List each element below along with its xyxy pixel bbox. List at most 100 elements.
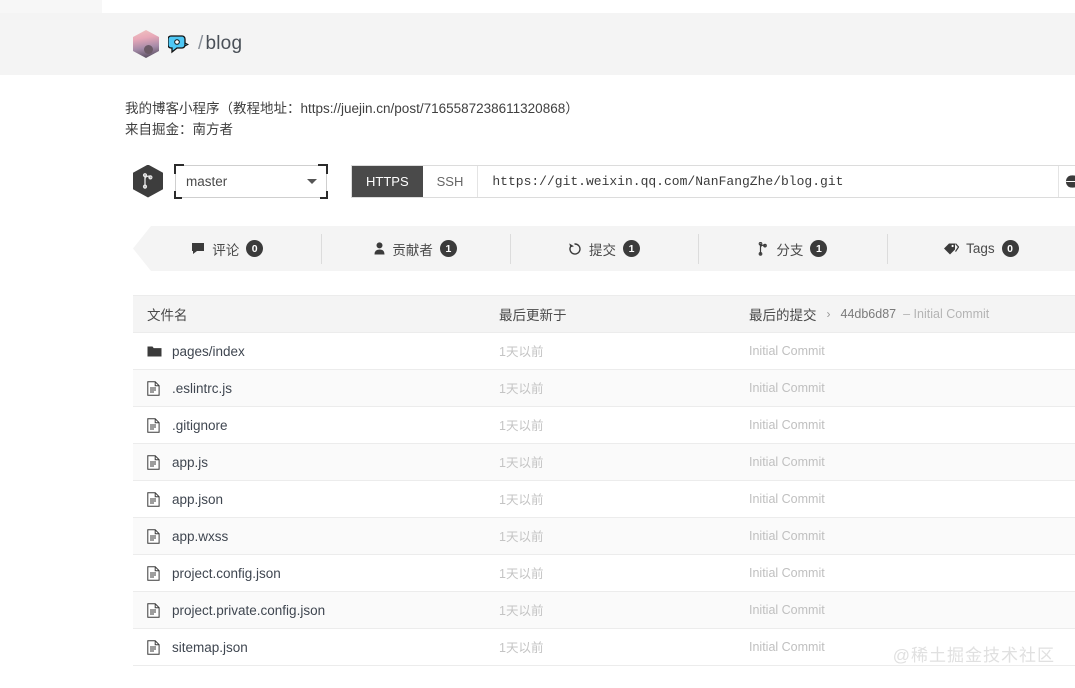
- updated-time: 1天以前: [499, 641, 544, 655]
- path-slash: /: [198, 33, 204, 54]
- table-header-row: 文件名 最后更新于 最后的提交 › 44db6d87 – Initial Com…: [133, 296, 1075, 333]
- cell-filename[interactable]: app.json: [133, 492, 499, 507]
- file-icon: [147, 380, 162, 396]
- updated-time: 1天以前: [499, 567, 544, 581]
- repo-description: 我的博客小程序（教程地址：https://juejin.cn/post/7165…: [125, 98, 579, 140]
- file-name[interactable]: .gitignore: [172, 418, 228, 433]
- comment-icon: [191, 242, 205, 255]
- stat-comments[interactable]: 评论 0: [133, 236, 321, 262]
- https-tab[interactable]: HTTPS: [352, 165, 423, 197]
- user-avatar[interactable]: [133, 30, 159, 58]
- branch-select[interactable]: master: [175, 164, 327, 198]
- cell-updated: 1天以前: [499, 452, 749, 472]
- globe-icon[interactable]: [1065, 173, 1075, 189]
- updated-time: 1天以前: [499, 456, 544, 470]
- cell-filename[interactable]: project.private.config.json: [133, 603, 499, 618]
- cell-commit: Initial Commit: [749, 344, 1075, 358]
- stat-contributors-label: 贡献者: [392, 242, 433, 258]
- stat-commits[interactable]: 提交 1: [509, 233, 698, 264]
- clone-url-text[interactable]: https://git.weixin.qq.com/NanFangZhe/blo…: [478, 166, 1058, 197]
- file-icon: [147, 602, 162, 618]
- ssh-tab[interactable]: SSH: [422, 165, 479, 197]
- cell-filename[interactable]: app.wxss: [133, 529, 499, 544]
- stat-branches-label: 分支: [776, 242, 804, 258]
- branch-icon: [133, 164, 163, 198]
- file-icon: [147, 565, 162, 581]
- repo-header: / blog: [0, 13, 1075, 75]
- table-row[interactable]: app.wxss 1天以前 Initial Commit: [133, 518, 1075, 555]
- commit-history-icon: [568, 242, 582, 256]
- updated-time: 1天以前: [499, 604, 544, 618]
- latest-commit-hash[interactable]: 44db6d87: [841, 307, 897, 321]
- stat-tags-count: 0: [1001, 240, 1019, 257]
- stat-tags[interactable]: Tags 0: [886, 233, 1075, 264]
- stat-branches[interactable]: 分支 1: [698, 233, 886, 264]
- stat-comments-label: 评论: [212, 242, 240, 258]
- description-line-1: 我的博客小程序（教程地址：https://juejin.cn/post/7165…: [125, 101, 579, 116]
- cell-filename[interactable]: .eslintrc.js: [133, 381, 499, 396]
- stat-commits-count: 1: [623, 240, 641, 257]
- file-name[interactable]: .eslintrc.js: [172, 381, 232, 396]
- stat-contributors-count: 1: [439, 240, 457, 257]
- table-row[interactable]: project.private.config.json 1天以前 Initial C…: [133, 592, 1075, 629]
- cell-filename[interactable]: app.js: [133, 455, 499, 470]
- table-row[interactable]: .eslintrc.js 1天以前 Initial Commit: [133, 370, 1075, 407]
- table-row[interactable]: project.config.json 1天以前 Initial Commit: [133, 555, 1075, 592]
- repo-name[interactable]: blog: [205, 33, 242, 54]
- cell-updated: 1天以前: [499, 637, 749, 657]
- file-icon: [147, 528, 162, 544]
- cell-updated: 1天以前: [499, 378, 749, 398]
- folder-icon: [147, 345, 162, 358]
- file-icon: [147, 639, 162, 655]
- cell-commit: Initial Commit: [749, 492, 1075, 506]
- file-icon: [147, 454, 162, 470]
- file-name[interactable]: pages/index: [172, 344, 245, 359]
- commit-message: Initial Commit: [749, 640, 825, 654]
- commit-message: Initial Commit: [749, 344, 825, 358]
- latest-commit-message: – Initial Commit: [903, 307, 990, 321]
- column-header-updated: 最后更新于: [499, 307, 567, 323]
- file-name[interactable]: app.js: [172, 455, 208, 470]
- speech-bubble-emoji: [168, 34, 189, 54]
- branch-selector[interactable]: master: [174, 163, 328, 199]
- stat-branches-count: 1: [810, 240, 828, 257]
- table-row[interactable]: pages/index 1天以前 Initial Commit: [133, 333, 1075, 370]
- tag-icon: [943, 242, 960, 255]
- cell-updated: 1天以前: [499, 526, 749, 546]
- updated-time: 1天以前: [499, 345, 544, 359]
- repo-path: / blog: [198, 33, 242, 55]
- cell-filename[interactable]: pages/index: [133, 344, 499, 359]
- table-row[interactable]: .gitignore 1天以前 Initial Commit: [133, 407, 1075, 444]
- file-name[interactable]: project.config.json: [172, 566, 281, 581]
- table-row[interactable]: app.json 1天以前 Initial Commit: [133, 481, 1075, 518]
- file-name[interactable]: app.wxss: [172, 529, 228, 544]
- cell-updated: 1天以前: [499, 415, 749, 435]
- branch-icon: [757, 241, 769, 256]
- cell-commit: Initial Commit: [749, 455, 1075, 469]
- updated-time: 1天以前: [499, 419, 544, 433]
- contributor-icon: [374, 242, 385, 255]
- cell-commit: Initial Commit: [749, 418, 1075, 432]
- clone-actions: [1058, 165, 1075, 197]
- stat-commits-label: 提交: [589, 242, 617, 258]
- stat-tags-label: Tags: [966, 241, 995, 256]
- cell-updated: 1天以前: [499, 563, 749, 583]
- cell-updated: 1天以前: [499, 489, 749, 509]
- chevron-right-icon: ›: [826, 307, 831, 321]
- table-row[interactable]: app.js 1天以前 Initial Commit: [133, 444, 1075, 481]
- cell-filename[interactable]: project.config.json: [133, 566, 499, 581]
- commit-message: Initial Commit: [749, 455, 825, 469]
- file-icon: [147, 417, 162, 433]
- table-rows: pages/index 1天以前 Initial Commit .eslintrc.j…: [133, 333, 1075, 666]
- commit-message: Initial Commit: [749, 381, 825, 395]
- file-name[interactable]: project.private.config.json: [172, 603, 325, 618]
- stat-contributors[interactable]: 贡献者 1: [321, 233, 509, 264]
- column-header-commit: 最后的提交 › 44db6d87 – Initial Commit: [749, 307, 990, 323]
- top-partial-strip: [0, 0, 102, 13]
- file-name[interactable]: sitemap.json: [172, 640, 248, 655]
- cell-filename[interactable]: .gitignore: [133, 418, 499, 433]
- cell-filename[interactable]: sitemap.json: [133, 640, 499, 655]
- updated-time: 1天以前: [499, 530, 544, 544]
- file-icon: [147, 491, 162, 507]
- file-name[interactable]: app.json: [172, 492, 223, 507]
